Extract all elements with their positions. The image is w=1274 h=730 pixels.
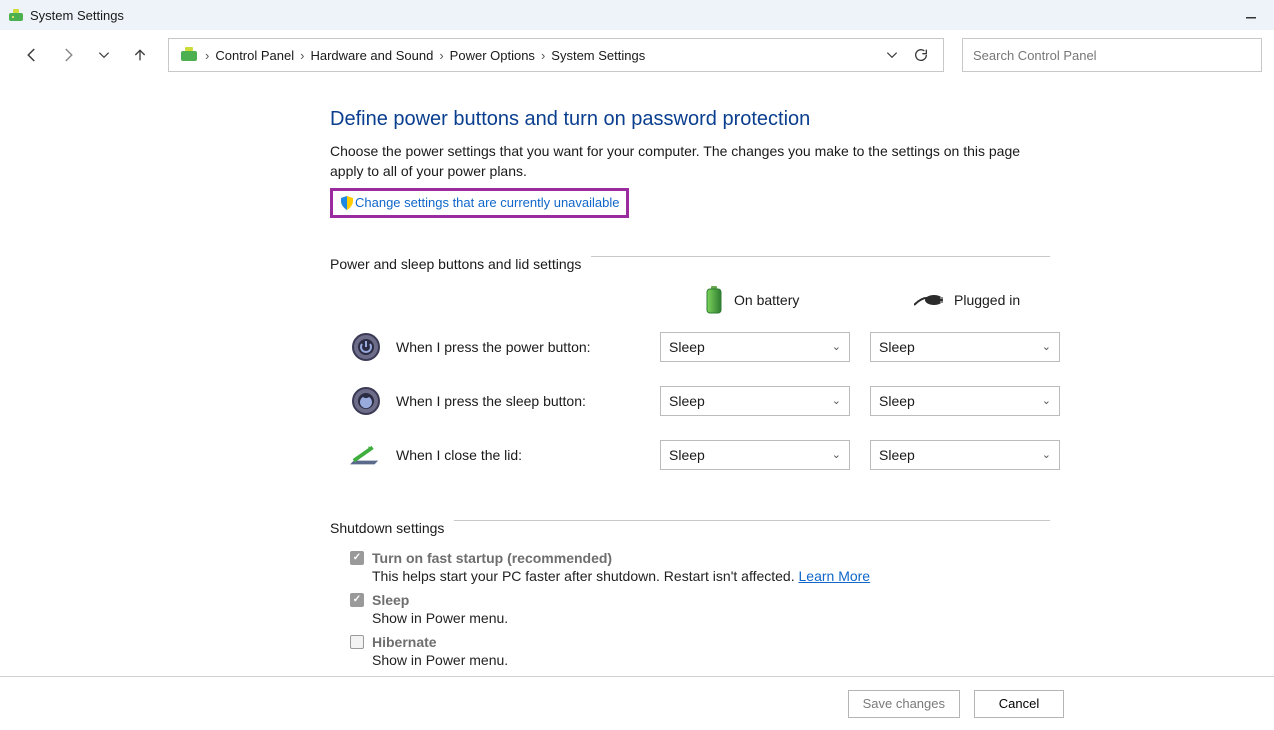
- battery-icon: [704, 286, 724, 314]
- group-label-shutdown: Shutdown settings: [330, 520, 444, 536]
- column-header-label: On battery: [734, 292, 799, 308]
- close-lid-battery-select[interactable]: Sleep ⌄: [660, 440, 850, 470]
- column-header-battery: On battery: [660, 286, 860, 314]
- control-panel-icon: [179, 45, 199, 65]
- select-value: Sleep: [669, 393, 705, 409]
- window-title: System Settings: [30, 8, 124, 23]
- chevron-right-icon: ›: [203, 48, 211, 63]
- group-label-power: Power and sleep buttons and lid settings: [330, 256, 581, 272]
- chevron-down-icon: ⌄: [832, 394, 841, 407]
- shutdown-item: Sleep Show in Power menu.: [350, 592, 1050, 626]
- select-value: Sleep: [879, 393, 915, 409]
- row-label: When I close the lid:: [396, 447, 522, 463]
- fast-startup-checkbox[interactable]: [350, 551, 364, 565]
- shield-icon: [339, 195, 355, 211]
- row-label: When I press the power button:: [396, 339, 591, 355]
- select-value: Sleep: [669, 447, 705, 463]
- checkbox-label: Hibernate: [372, 634, 437, 650]
- cancel-button[interactable]: Cancel: [974, 690, 1064, 718]
- address-bar[interactable]: › Control Panel › Hardware and Sound › P…: [168, 38, 944, 72]
- plug-icon: [914, 291, 944, 309]
- change-settings-highlight: Change settings that are currently unava…: [330, 188, 629, 218]
- footer: Save changes Cancel: [0, 676, 1274, 730]
- column-header-plugged: Plugged in: [870, 291, 1070, 309]
- select-value: Sleep: [669, 339, 705, 355]
- checkbox-label: Turn on fast startup (recommended): [372, 550, 612, 566]
- power-button-battery-select[interactable]: Sleep ⌄: [660, 332, 850, 362]
- shutdown-item: Turn on fast startup (recommended) This …: [350, 550, 1050, 584]
- search-box[interactable]: [962, 38, 1262, 72]
- checkbox-description: Show in Power menu.: [350, 652, 1050, 668]
- chevron-down-icon: ⌄: [1042, 394, 1051, 407]
- chevron-down-icon: ⌄: [1042, 340, 1051, 353]
- power-button-plugged-select[interactable]: Sleep ⌄: [870, 332, 1060, 362]
- hibernate-checkbox[interactable]: [350, 635, 364, 649]
- chevron-down-icon: ⌄: [832, 448, 841, 461]
- breadcrumb-item[interactable]: Hardware and Sound: [306, 48, 437, 63]
- forward-button[interactable]: [54, 41, 82, 69]
- main-content: Define power buttons and turn on passwor…: [330, 80, 1050, 668]
- search-input[interactable]: [973, 48, 1251, 63]
- sleep-checkbox[interactable]: [350, 593, 364, 607]
- row-label: When I press the sleep button:: [396, 393, 586, 409]
- shutdown-settings: Turn on fast startup (recommended) This …: [330, 550, 1050, 668]
- chevron-down-icon: ⌄: [832, 340, 841, 353]
- app-icon: [8, 7, 24, 23]
- shutdown-item: Hibernate Show in Power menu.: [350, 634, 1050, 668]
- refresh-icon[interactable]: [913, 47, 929, 63]
- sleep-button-icon: [350, 385, 382, 417]
- column-header-label: Plugged in: [954, 292, 1020, 308]
- back-button[interactable]: [18, 41, 46, 69]
- select-value: Sleep: [879, 339, 915, 355]
- close-lid-plugged-select[interactable]: Sleep ⌄: [870, 440, 1060, 470]
- toolbar: › Control Panel › Hardware and Sound › P…: [0, 30, 1274, 80]
- breadcrumb-item[interactable]: Power Options: [446, 48, 539, 63]
- divider: [591, 256, 1050, 257]
- chevron-right-icon: ›: [437, 48, 445, 63]
- learn-more-link[interactable]: Learn More: [799, 568, 871, 584]
- close-lid-icon: [350, 439, 382, 471]
- chevron-right-icon: ›: [539, 48, 547, 63]
- window-titlebar: System Settings: [0, 0, 1274, 30]
- power-button-icon: [350, 331, 382, 363]
- power-grid: On battery Plugged in: [330, 286, 1050, 482]
- page-title: Define power buttons and turn on passwor…: [330, 108, 1050, 131]
- power-row: When I close the lid: Sleep ⌄ Sleep ⌄: [330, 428, 1050, 482]
- checkbox-label: Sleep: [372, 592, 409, 608]
- change-settings-link[interactable]: Change settings that are currently unava…: [355, 195, 620, 210]
- up-button[interactable]: [126, 41, 154, 69]
- divider: [454, 520, 1050, 521]
- history-dropdown[interactable]: [90, 41, 118, 69]
- breadcrumb-item[interactable]: System Settings: [547, 48, 649, 63]
- power-row: When I press the sleep button: Sleep ⌄ Sl…: [330, 374, 1050, 428]
- sleep-button-plugged-select[interactable]: Sleep ⌄: [870, 386, 1060, 416]
- breadcrumb-item[interactable]: Control Panel: [211, 48, 298, 63]
- power-row: When I press the power button: Sleep ⌄ Sl…: [330, 320, 1050, 374]
- page-description: Choose the power settings that you want …: [330, 141, 1030, 182]
- chevron-down-icon: ⌄: [1042, 448, 1051, 461]
- chevron-right-icon: ›: [298, 48, 306, 63]
- chevron-down-icon[interactable]: [885, 48, 899, 62]
- minimize-button[interactable]: [1236, 7, 1266, 24]
- sleep-button-battery-select[interactable]: Sleep ⌄: [660, 386, 850, 416]
- save-button[interactable]: Save changes: [848, 690, 960, 718]
- checkbox-description: Show in Power menu.: [350, 610, 1050, 626]
- checkbox-description: This helps start your PC faster after sh…: [372, 568, 799, 584]
- select-value: Sleep: [879, 447, 915, 463]
